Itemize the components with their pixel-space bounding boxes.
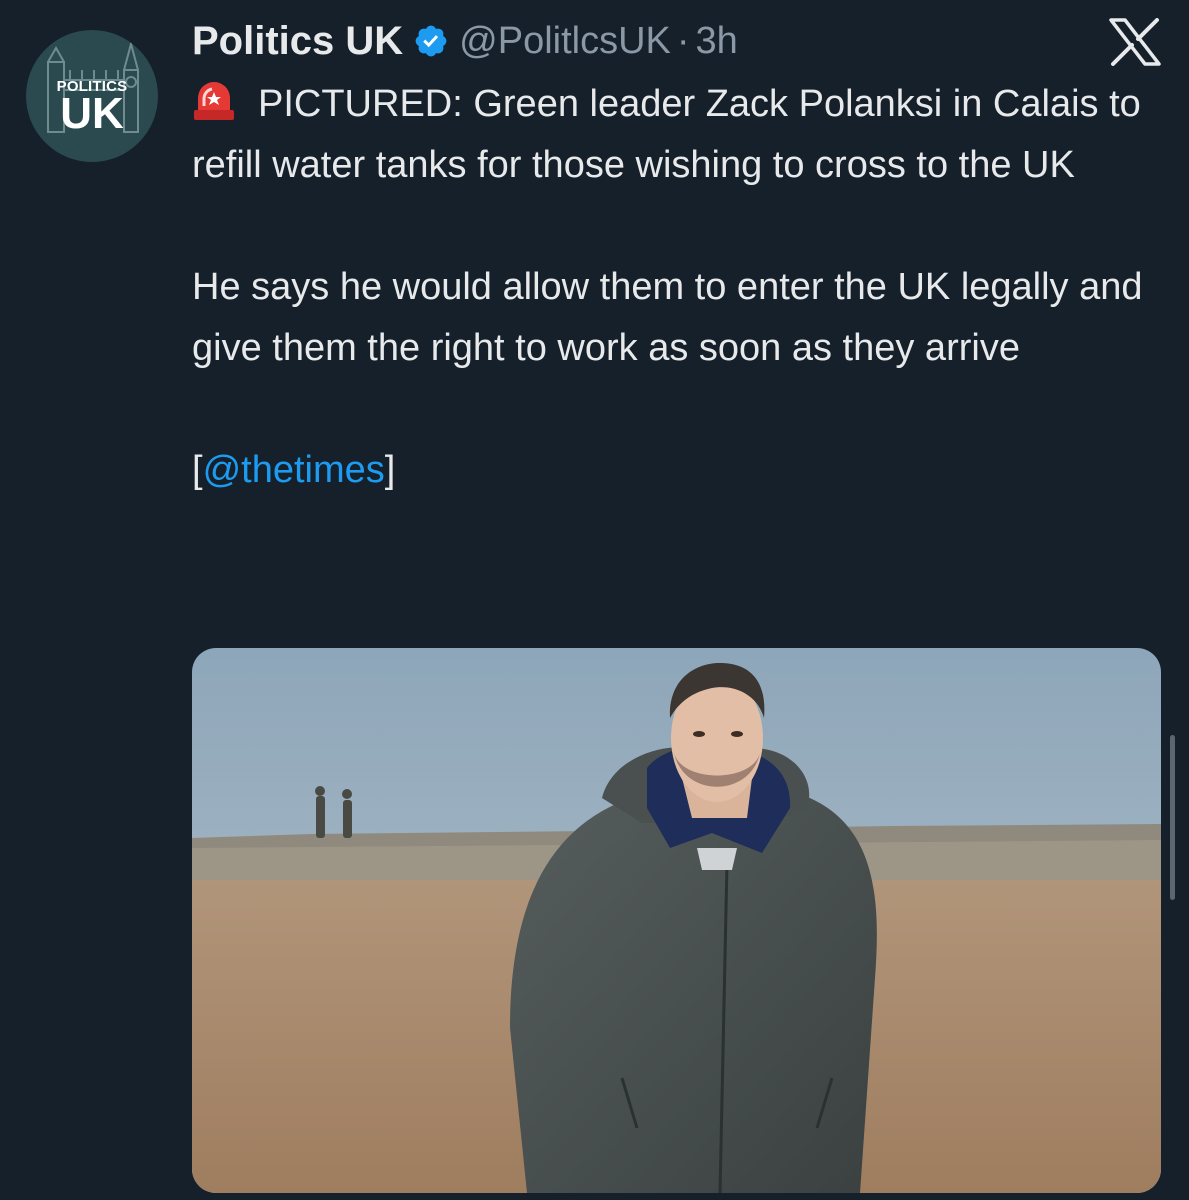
tweet-paragraph-2: He says he would allow them to enter the… bbox=[192, 266, 1143, 369]
source-close-bracket: ] bbox=[384, 449, 396, 491]
verified-badge-icon bbox=[413, 23, 449, 59]
scrollbar[interactable] bbox=[1170, 735, 1175, 900]
police-siren-icon bbox=[192, 78, 236, 122]
tweet-photo[interactable] bbox=[192, 648, 1161, 1193]
tweet-text: PICTURED: Green leader Zack Polanksi in … bbox=[192, 74, 1167, 562]
tweet-paragraph-1: PICTURED: Green leader Zack Polanksi in … bbox=[192, 74, 1167, 196]
mention-link[interactable]: @thetimes bbox=[203, 449, 385, 491]
avatar[interactable]: POLITICS UK bbox=[26, 30, 158, 162]
tweet-header: Politics UK @PolitlcsUK · 3h bbox=[192, 16, 738, 66]
source-open-bracket: [ bbox=[192, 449, 203, 491]
avatar-logo-big: UK bbox=[60, 89, 124, 138]
x-logo-icon bbox=[1109, 18, 1161, 66]
display-name[interactable]: Politics UK bbox=[192, 19, 403, 64]
tweet-source: [@thetimes] bbox=[192, 440, 1167, 501]
timestamp[interactable]: 3h bbox=[696, 20, 738, 63]
user-handle[interactable]: @PolitlcsUK bbox=[459, 20, 671, 63]
separator-dot: · bbox=[676, 19, 690, 62]
tweet-paragraph-1-text: PICTURED: Green leader Zack Polanksi in … bbox=[192, 83, 1141, 186]
